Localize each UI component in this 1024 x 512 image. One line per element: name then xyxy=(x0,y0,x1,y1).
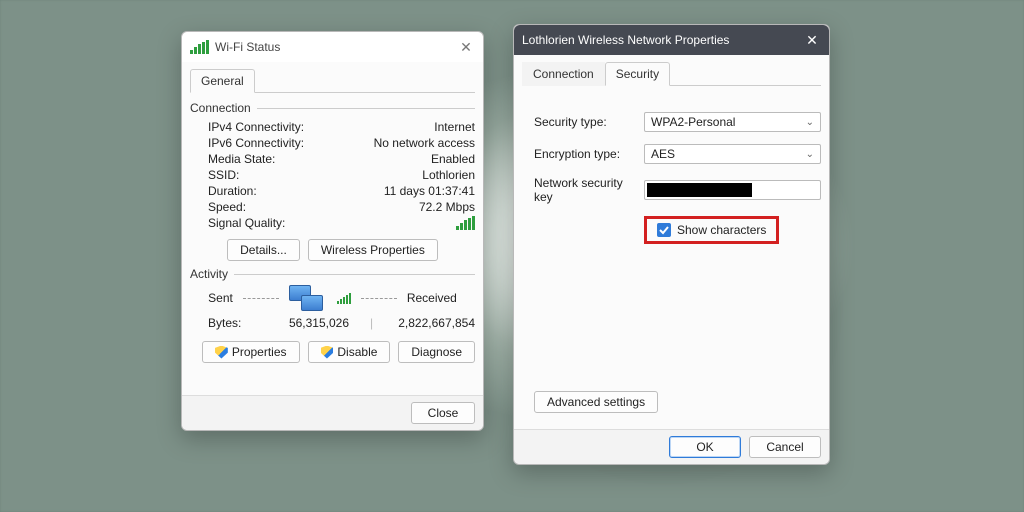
bytes-label: Bytes: xyxy=(208,316,268,330)
properties-body: Connection Security Security type: WPA2-… xyxy=(514,55,829,429)
close-icon[interactable]: ✕ xyxy=(457,38,475,56)
duration-value: 11 days 01:37:41 xyxy=(328,184,475,198)
signal-quality-label: Signal Quality: xyxy=(208,216,328,230)
disable-button[interactable]: Disable xyxy=(308,341,391,363)
speed-value: 72.2 Mbps xyxy=(328,200,475,214)
signal-bars-icon xyxy=(456,216,475,230)
properties-title: Lothlorien Wireless Network Properties xyxy=(522,33,729,47)
wifi-status-window: Wi-Fi Status ✕ General Connection IPv4 C… xyxy=(181,31,484,431)
activity-visual: Sent Received xyxy=(190,285,475,311)
received-label: Received xyxy=(407,291,457,305)
show-characters-highlight: Show characters xyxy=(644,216,779,244)
network-key-input[interactable] xyxy=(644,180,821,200)
show-characters-label: Show characters xyxy=(677,223,766,237)
wallpaper xyxy=(0,0,1024,512)
security-type-value: WPA2-Personal xyxy=(651,115,735,129)
network-key-label: Network security key xyxy=(534,176,644,204)
chevron-down-icon: ⌄ xyxy=(806,117,814,128)
media-state-value: Enabled xyxy=(328,152,475,166)
security-type-label: Security type: xyxy=(534,115,644,129)
encryption-type-value: AES xyxy=(651,147,675,161)
signal-quality-value xyxy=(328,216,475,230)
close-icon[interactable]: ✕ xyxy=(803,31,821,49)
group-connection: Connection xyxy=(190,101,475,115)
network-activity-icon xyxy=(289,285,323,311)
wifi-status-tabs: General xyxy=(190,68,475,93)
properties-footer: OK Cancel xyxy=(514,429,829,464)
duration-label: Duration: xyxy=(208,184,328,198)
wireless-properties-window: Lothlorien Wireless Network Properties ✕… xyxy=(513,24,830,465)
properties-titlebar[interactable]: Lothlorien Wireless Network Properties ✕ xyxy=(514,25,829,55)
wifi-status-body: General Connection IPv4 Connectivity:Int… xyxy=(182,62,483,395)
diagnose-button[interactable]: Diagnose xyxy=(398,341,475,363)
advanced-settings-button[interactable]: Advanced settings xyxy=(534,391,658,413)
wifi-status-footer: Close xyxy=(182,395,483,430)
wifi-icon xyxy=(190,40,209,54)
close-button[interactable]: Close xyxy=(411,402,475,424)
ipv6-label: IPv6 Connectivity: xyxy=(208,136,328,150)
properties-button[interactable]: Properties xyxy=(202,341,300,363)
ssid-value: Lothlorien xyxy=(328,168,475,182)
bytes-received: 2,822,667,854 xyxy=(373,316,475,330)
wifi-status-titlebar[interactable]: Wi-Fi Status ✕ xyxy=(182,32,483,62)
ok-button[interactable]: OK xyxy=(669,436,741,458)
tab-security[interactable]: Security xyxy=(605,62,670,86)
sent-label: Sent xyxy=(208,291,233,305)
encryption-type-label: Encryption type: xyxy=(534,147,644,161)
small-signal-icon xyxy=(337,292,351,304)
wireless-properties-button[interactable]: Wireless Properties xyxy=(308,239,438,261)
ipv6-value: No network access xyxy=(328,136,475,150)
tab-general[interactable]: General xyxy=(190,69,255,93)
shield-icon xyxy=(321,346,334,359)
security-type-combo[interactable]: WPA2-Personal ⌄ xyxy=(644,112,821,132)
ipv4-label: IPv4 Connectivity: xyxy=(208,120,328,134)
media-state-label: Media State: xyxy=(208,152,328,166)
encryption-type-combo[interactable]: AES ⌄ xyxy=(644,144,821,164)
ipv4-value: Internet xyxy=(328,120,475,134)
group-connection-label: Connection xyxy=(190,101,251,115)
group-activity: Activity xyxy=(190,267,475,281)
group-activity-label: Activity xyxy=(190,267,228,281)
chevron-down-icon: ⌄ xyxy=(806,149,814,160)
tab-connection[interactable]: Connection xyxy=(522,62,605,86)
bytes-sent: 56,315,026 xyxy=(268,316,370,330)
cancel-button[interactable]: Cancel xyxy=(749,436,821,458)
network-key-mask xyxy=(647,183,752,197)
show-characters-checkbox[interactable] xyxy=(657,223,671,237)
properties-tabs: Connection Security xyxy=(522,61,821,86)
ssid-label: SSID: xyxy=(208,168,328,182)
check-icon xyxy=(659,225,669,235)
shield-icon xyxy=(215,346,228,359)
details-button[interactable]: Details... xyxy=(227,239,300,261)
wifi-status-title: Wi-Fi Status xyxy=(215,40,280,54)
speed-label: Speed: xyxy=(208,200,328,214)
